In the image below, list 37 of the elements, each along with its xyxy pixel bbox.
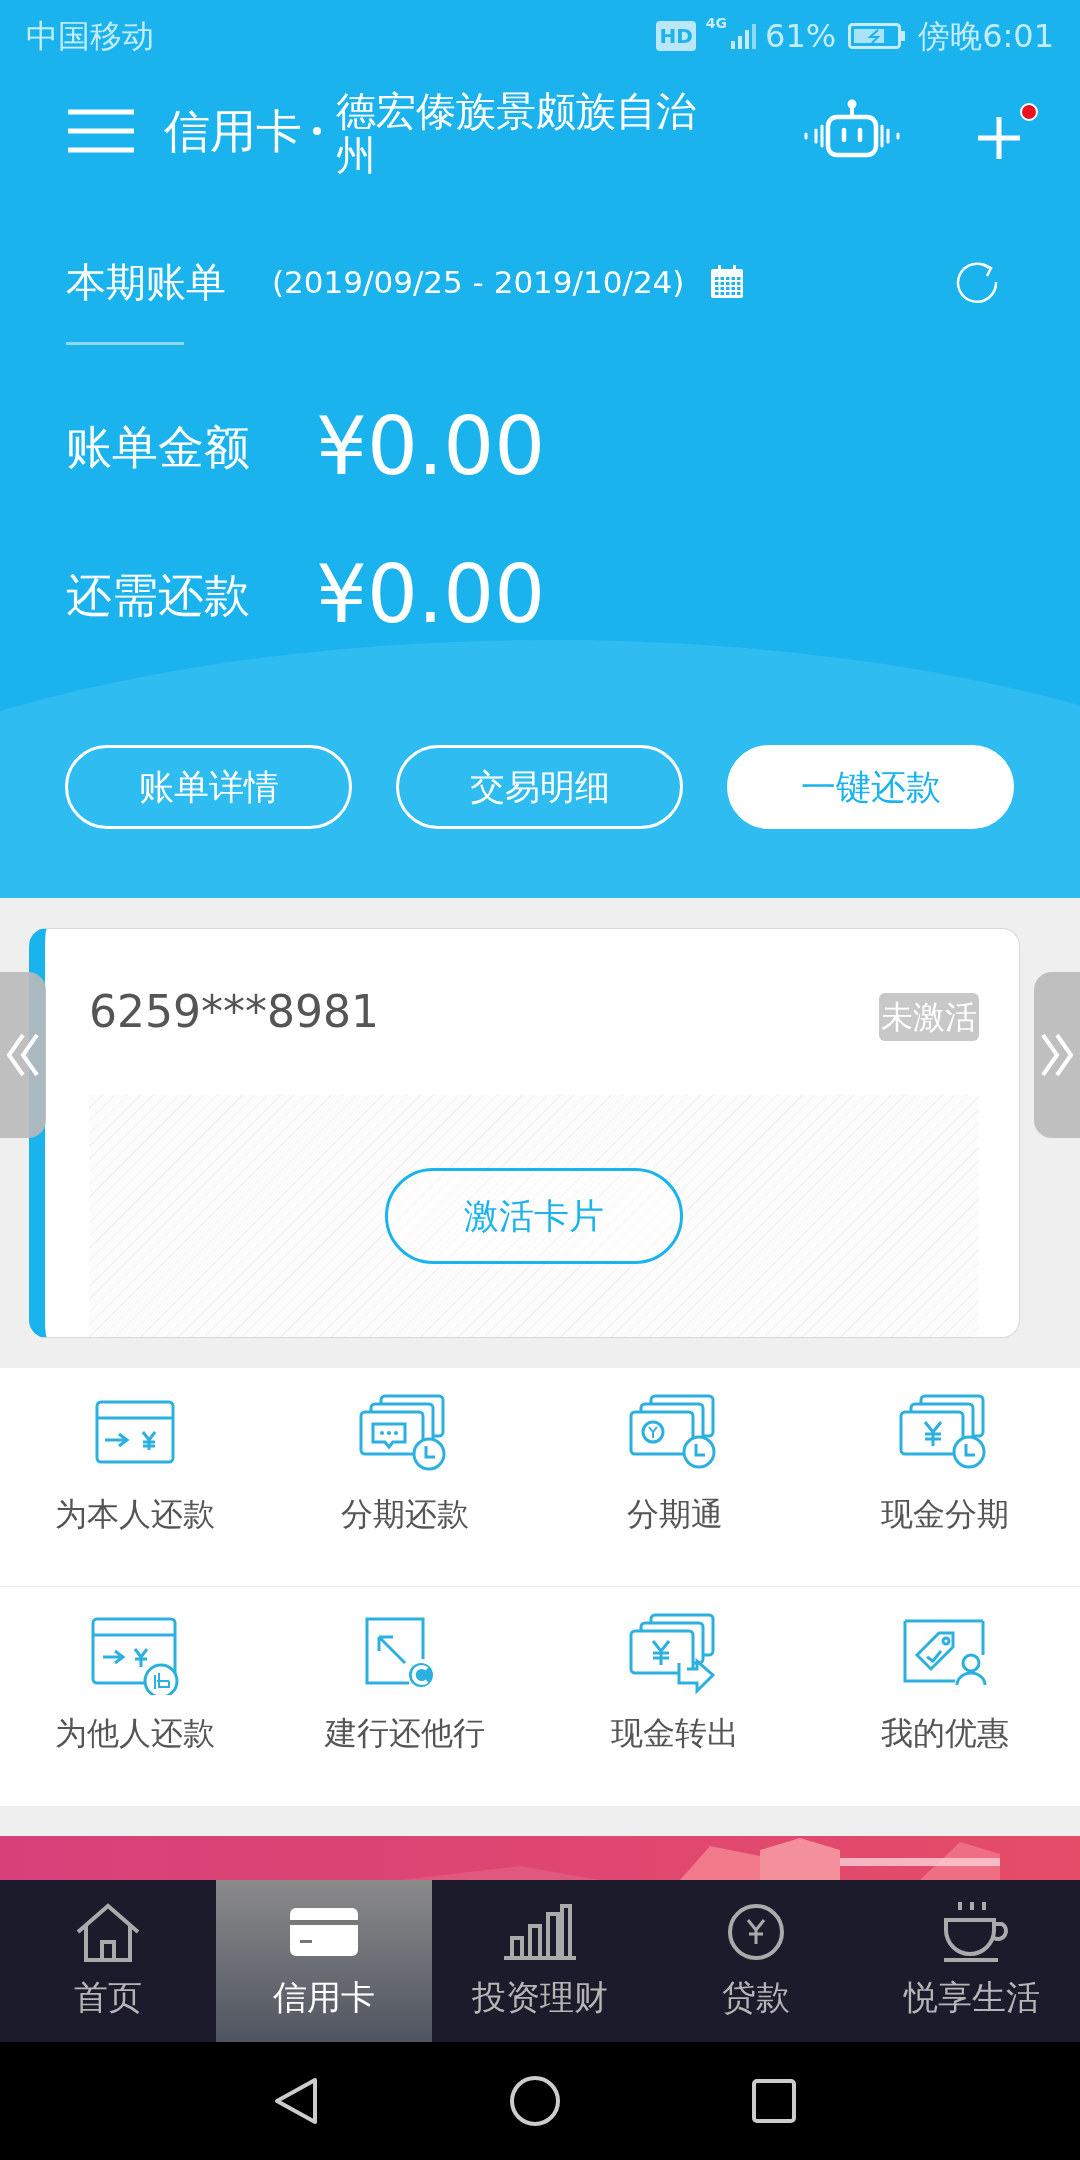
service-shortcut[interactable]: 分期通 bbox=[540, 1368, 810, 1587]
signal-icon bbox=[729, 21, 759, 51]
hd-badge: HD bbox=[656, 21, 696, 51]
amount-value: ¥0.00 bbox=[316, 407, 546, 487]
amount-label: 账单金额 bbox=[66, 418, 251, 476]
service-shortcut[interactable]: 建行还他行 bbox=[270, 1587, 540, 1806]
battery-icon bbox=[848, 22, 907, 50]
plus-icon[interactable] bbox=[976, 115, 1022, 161]
service-shortcut[interactable]: 现金分期 bbox=[810, 1368, 1080, 1587]
previous-card-button[interactable] bbox=[0, 972, 46, 1138]
next-card-button[interactable] bbox=[1034, 972, 1080, 1138]
service-shortcut[interactable]: 我的优惠 bbox=[810, 1587, 1080, 1806]
service-shortcut[interactable]: 分期还款 bbox=[270, 1368, 540, 1587]
service-shortcut[interactable]: 现金转出 bbox=[540, 1587, 810, 1806]
amount-label: 还需还款 bbox=[66, 566, 251, 624]
service-shortcut[interactable]: 为本人还款 bbox=[0, 1368, 270, 1587]
clock-time: 傍晚6:01 bbox=[918, 16, 1054, 57]
nav-tab[interactable]: 首页 bbox=[0, 1880, 216, 2042]
nav-tab[interactable]: 贷款 bbox=[648, 1880, 864, 2042]
nav-tab[interactable]: 悦享生活 bbox=[864, 1880, 1080, 2042]
bill-label: 本期账单 bbox=[66, 258, 226, 307]
dot-icon bbox=[312, 126, 322, 136]
network-label: 4G bbox=[705, 16, 727, 30]
recent-apps-icon[interactable] bbox=[751, 2078, 797, 2124]
nav-tab[interactable]: 投资理财 bbox=[432, 1880, 648, 2042]
back-icon[interactable] bbox=[273, 2076, 319, 2126]
service-shortcut[interactable]: 为他人还款 bbox=[0, 1587, 270, 1806]
refresh-icon[interactable] bbox=[954, 259, 1000, 305]
battery-percent: 61% bbox=[765, 16, 837, 57]
menu-icon[interactable] bbox=[66, 108, 136, 154]
nav-tab[interactable]: 信用卡 bbox=[216, 1880, 432, 2042]
card-number: 6259***8981 bbox=[89, 985, 379, 1039]
home-circle-icon[interactable] bbox=[509, 2075, 561, 2127]
carrier-name: 中国移动 bbox=[26, 16, 154, 57]
amount-value: ¥0.00 bbox=[316, 555, 546, 635]
bill-period: (2019/09/25 - 2019/10/24) bbox=[272, 262, 685, 302]
page-title: 信用卡 bbox=[164, 102, 302, 160]
